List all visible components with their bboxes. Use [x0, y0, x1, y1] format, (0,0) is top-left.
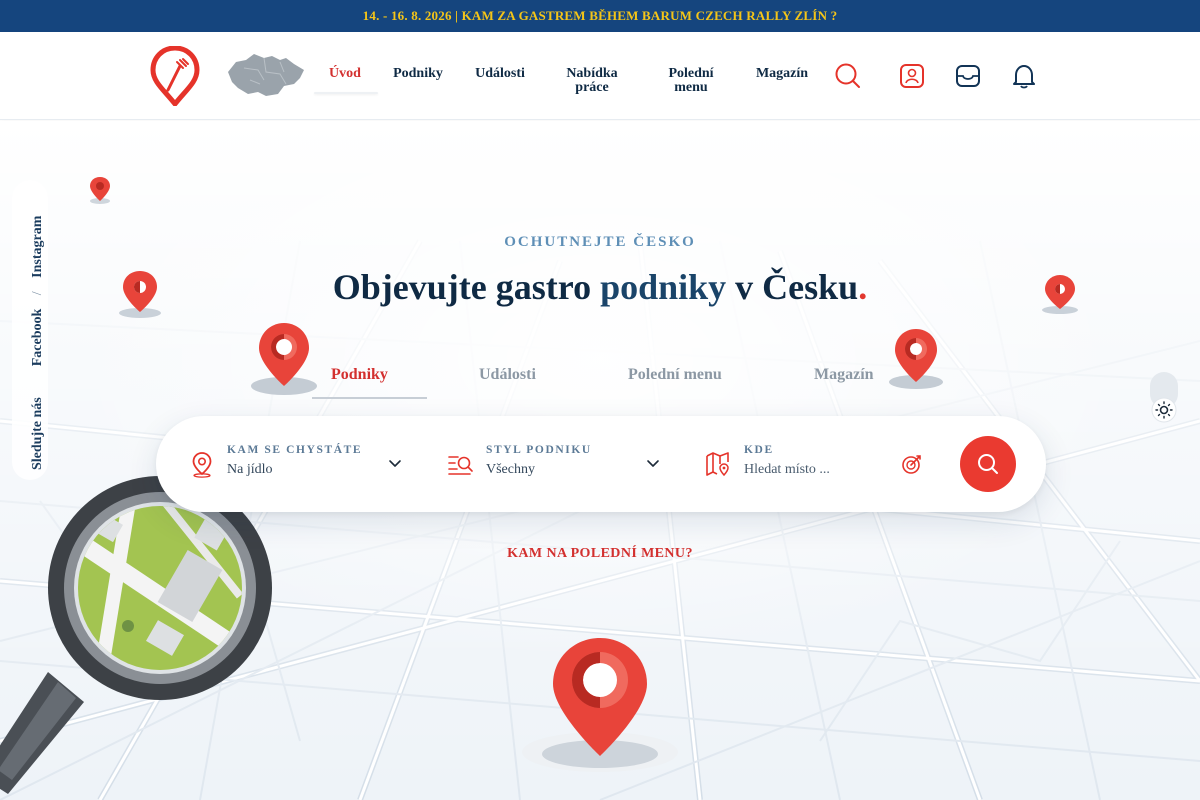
- headline-highlight: podniky: [600, 267, 727, 307]
- nav-active-indicator: [314, 92, 378, 94]
- tab-poledni-menu[interactable]: Polední menu: [628, 366, 722, 384]
- locate-me-icon[interactable]: [900, 452, 924, 476]
- social-links: Sledujte nás Facebook / Instagram: [30, 216, 46, 470]
- nav-magazin[interactable]: Magazín: [750, 67, 814, 81]
- theme-toggle-sun-icon[interactable]: [1148, 372, 1180, 424]
- style-value[interactable]: Všechny: [486, 462, 592, 478]
- map-pin-icon: [251, 323, 317, 395]
- announcement-bar[interactable]: 14. - 16. 8. 2026 | KAM ZA GASTREM BĚHEM…: [0, 0, 1200, 32]
- chevron-down-icon[interactable]: [388, 458, 402, 470]
- facebook-link[interactable]: Facebook: [30, 309, 45, 367]
- search-submit-button[interactable]: [960, 436, 1016, 492]
- headline-start: Objevujte gastro: [332, 267, 592, 307]
- hero-eyebrow: OCHUTNEJTE ČESKO: [504, 234, 696, 250]
- site-header: Úvod Podniky Události Nabídka práce Pole…: [0, 32, 1200, 120]
- map-pin-icon: [889, 329, 943, 389]
- nav-podniky[interactable]: Podniky: [388, 67, 448, 81]
- inbox-icon[interactable]: [954, 62, 982, 90]
- nav-uvod[interactable]: Úvod: [314, 67, 376, 81]
- lunch-menu-link[interactable]: KAM NA POLEDNÍ MENU?: [0, 546, 1200, 562]
- location-pin-icon: [192, 452, 212, 478]
- notification-bell-icon[interactable]: [1010, 62, 1038, 90]
- style-search-icon: [448, 456, 473, 475]
- chevron-down-icon[interactable]: [646, 458, 660, 470]
- map-location-icon: [706, 452, 729, 477]
- style-field[interactable]: STYL PODNIKU Všechny: [486, 444, 592, 478]
- destination-label: KAM SE CHYSTÁTE: [227, 444, 363, 456]
- where-field[interactable]: KDE Hledat místo ...: [744, 444, 830, 478]
- tab-active-underline: [312, 397, 427, 399]
- map-pin-icon: [522, 638, 678, 772]
- tab-magazin[interactable]: Magazín: [814, 366, 874, 384]
- search-icon[interactable]: [834, 62, 862, 90]
- where-label: KDE: [744, 444, 774, 456]
- nav-nabidka-prace[interactable]: Nabídka práce: [556, 67, 628, 95]
- follow-label: Sledujte nás: [30, 397, 45, 470]
- logo-pin-fork-icon[interactable]: [150, 46, 200, 106]
- destination-field[interactable]: KAM SE CHYSTÁTE Na jídlo: [227, 444, 362, 478]
- user-profile-icon[interactable]: [898, 62, 926, 90]
- czech-map-icon[interactable]: [224, 50, 308, 100]
- search-bar: KAM SE CHYSTÁTE Na jídlo STYL PODNIKU Vš…: [156, 416, 1046, 512]
- destination-value[interactable]: Na jídlo: [227, 462, 362, 478]
- tab-podniky[interactable]: Podniky: [331, 366, 388, 384]
- hero-headline: Objevujte gastro podniky v Česku.: [0, 266, 1200, 308]
- where-input[interactable]: Hledat místo ...: [744, 462, 830, 478]
- headline-dot: .: [858, 267, 868, 307]
- nav-udalosti[interactable]: Události: [470, 67, 530, 81]
- map-pin-icon: [90, 177, 110, 204]
- nav-poledni-menu[interactable]: Polední menu: [656, 67, 726, 95]
- magnifier-illustration-icon: [0, 476, 272, 794]
- style-label: STYL PODNIKU: [486, 444, 592, 456]
- tab-udalosti[interactable]: Události: [479, 366, 536, 384]
- announcement-text[interactable]: 14. - 16. 8. 2026 | KAM ZA GASTREM BĚHEM…: [363, 8, 838, 24]
- headline-end: v Česku: [735, 267, 859, 307]
- search-icon: [978, 454, 998, 474]
